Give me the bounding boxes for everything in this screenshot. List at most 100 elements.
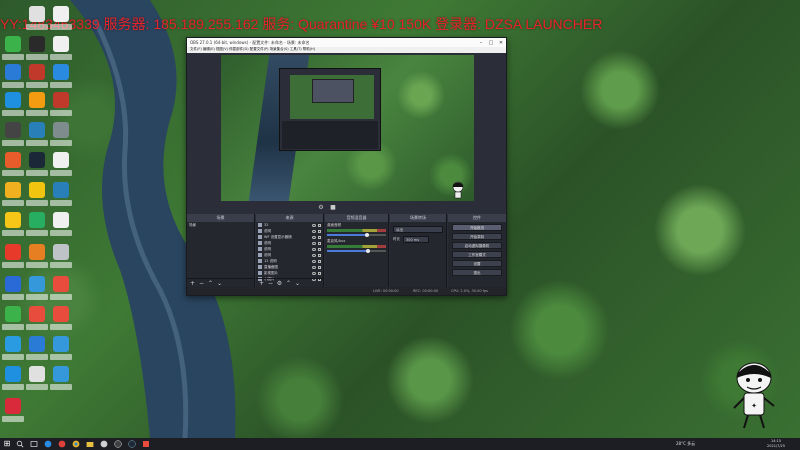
desktop-shortcut[interactable] (26, 244, 48, 274)
eye-icon[interactable] (312, 259, 316, 263)
desktop-shortcut[interactable] (50, 276, 72, 306)
desktop-shortcut[interactable] (2, 64, 24, 94)
eye-icon[interactable] (312, 271, 316, 275)
remove-icon[interactable]: − (267, 280, 274, 287)
obs-preview[interactable] (221, 55, 474, 201)
desktop-shortcut[interactable] (50, 64, 72, 94)
desktop-shortcut[interactable] (2, 92, 24, 122)
eye-icon[interactable] (312, 235, 316, 239)
eye-icon[interactable] (312, 265, 316, 269)
steam-icon[interactable] (128, 440, 136, 448)
minimize-icon[interactable]: – (476, 40, 486, 46)
volume-slider[interactable] (327, 249, 386, 253)
desktop-shortcut[interactable] (50, 182, 72, 212)
lock-icon[interactable] (318, 229, 321, 233)
add-icon[interactable]: + (258, 280, 265, 287)
app-icon[interactable] (142, 440, 150, 448)
settings-button[interactable]: 设置 (452, 260, 502, 267)
desktop-shortcut[interactable] (50, 6, 72, 36)
chevron-down-icon[interactable]: ⌄ (294, 280, 301, 287)
desktop-shortcut[interactable] (26, 306, 48, 336)
desktop-shortcut[interactable] (26, 276, 48, 306)
desktop-shortcut[interactable] (2, 152, 24, 182)
desktop-shortcut[interactable] (50, 36, 72, 66)
desktop-shortcut[interactable] (26, 182, 48, 212)
virtual-camera-button[interactable]: 启动虚拟摄像机 (452, 242, 502, 249)
desktop-shortcut[interactable] (50, 336, 72, 366)
desktop-shortcut[interactable] (26, 122, 48, 152)
search-icon[interactable] (16, 440, 24, 448)
chevron-up-icon[interactable]: ⌃ (285, 280, 292, 287)
desktop-shortcut[interactable] (26, 212, 48, 242)
add-icon[interactable]: + (189, 280, 196, 287)
desktop-shortcut[interactable] (2, 366, 24, 396)
chevron-down-icon[interactable]: ⌄ (216, 280, 223, 287)
remove-icon[interactable]: − (198, 280, 205, 287)
desktop-shortcut[interactable] (2, 398, 24, 428)
lock-icon[interactable] (318, 271, 321, 275)
lock-icon[interactable] (318, 259, 321, 263)
eye-icon[interactable] (312, 223, 316, 227)
media-icon[interactable] (58, 440, 66, 448)
lock-icon[interactable] (318, 265, 321, 269)
obs-window[interactable]: OBS 27.0.1 (64-bit, windows) - 配置文件: 未命名… (186, 37, 507, 296)
settings-icon[interactable]: ⚙ (317, 204, 325, 212)
volume-slider[interactable] (327, 233, 386, 237)
desktop-shortcut[interactable] (50, 122, 72, 152)
desktop-shortcut[interactable] (2, 212, 24, 242)
desktop-shortcut[interactable] (26, 64, 48, 94)
desktop-shortcut[interactable] (2, 182, 24, 212)
edge-icon[interactable] (44, 440, 52, 448)
desktop-shortcut[interactable] (26, 366, 48, 396)
desktop-shortcut[interactable] (2, 244, 24, 274)
desktop-shortcut[interactable] (50, 152, 72, 182)
transition-select[interactable]: 淡出 (393, 226, 443, 233)
desktop-shortcut[interactable] (50, 212, 72, 242)
studio-mode-button[interactable]: 工作室模式 (452, 251, 502, 258)
desktop-shortcut[interactable] (2, 306, 24, 336)
desktop-shortcut[interactable] (26, 152, 48, 182)
lock-icon[interactable] (318, 241, 321, 245)
lock-icon[interactable] (318, 223, 321, 227)
lock-icon[interactable] (318, 247, 321, 251)
eye-icon[interactable] (312, 229, 316, 233)
obs-icon[interactable] (114, 440, 122, 448)
gear-icon[interactable]: ⚙ (276, 280, 283, 287)
chrome-icon[interactable] (72, 440, 80, 448)
start-recording-button[interactable]: 开始录制 (452, 233, 502, 240)
desktop-shortcut[interactable] (2, 336, 24, 366)
desktop-shortcut[interactable] (50, 244, 72, 274)
weather-widget[interactable]: 28°C 多云 (676, 438, 695, 450)
camera-icon[interactable]: ■ (329, 204, 337, 212)
sources-header: 来源 (256, 214, 323, 222)
app-icon[interactable] (100, 440, 108, 448)
desktop-shortcut[interactable] (26, 336, 48, 366)
desktop-shortcut[interactable] (50, 306, 72, 336)
eye-icon[interactable] (312, 247, 316, 251)
duration-input[interactable]: 300 ms (403, 236, 429, 243)
obs-menu-bar[interactable]: 文件(F) 编辑(E) 视图(V) 停靠部件(D) 配置文件(P) 场景集合(S… (187, 47, 506, 53)
desktop-shortcut[interactable] (26, 36, 48, 66)
lock-icon[interactable] (318, 253, 321, 257)
desktop-shortcut[interactable] (2, 276, 24, 306)
windows-start-icon[interactable]: ⊞ (3, 440, 11, 448)
task-view-icon[interactable] (30, 440, 38, 448)
eye-icon[interactable] (312, 253, 316, 257)
desktop-shortcut[interactable] (50, 366, 72, 396)
desktop-shortcut[interactable] (26, 6, 48, 36)
desktop-shortcut[interactable] (26, 92, 48, 122)
chevron-up-icon[interactable]: ⌃ (207, 280, 214, 287)
eye-icon[interactable] (312, 241, 316, 245)
obs-title-bar[interactable]: OBS 27.0.1 (64-bit, windows) - 配置文件: 未命名… (187, 38, 506, 47)
desktop-shortcut[interactable] (50, 92, 72, 122)
maximize-icon[interactable]: □ (486, 40, 496, 46)
start-streaming-button[interactable]: 开始推流 (452, 224, 502, 231)
lock-icon[interactable] (318, 235, 321, 239)
folder-icon[interactable] (86, 440, 94, 448)
clock[interactable]: 14:15 2021/7/25 (758, 439, 794, 449)
exit-button[interactable]: 退出 (452, 269, 502, 276)
close-icon[interactable]: ✕ (496, 40, 506, 46)
scene-item[interactable]: 场景 (187, 222, 254, 228)
desktop-shortcut[interactable] (2, 36, 24, 66)
desktop-shortcut[interactable] (2, 122, 24, 152)
